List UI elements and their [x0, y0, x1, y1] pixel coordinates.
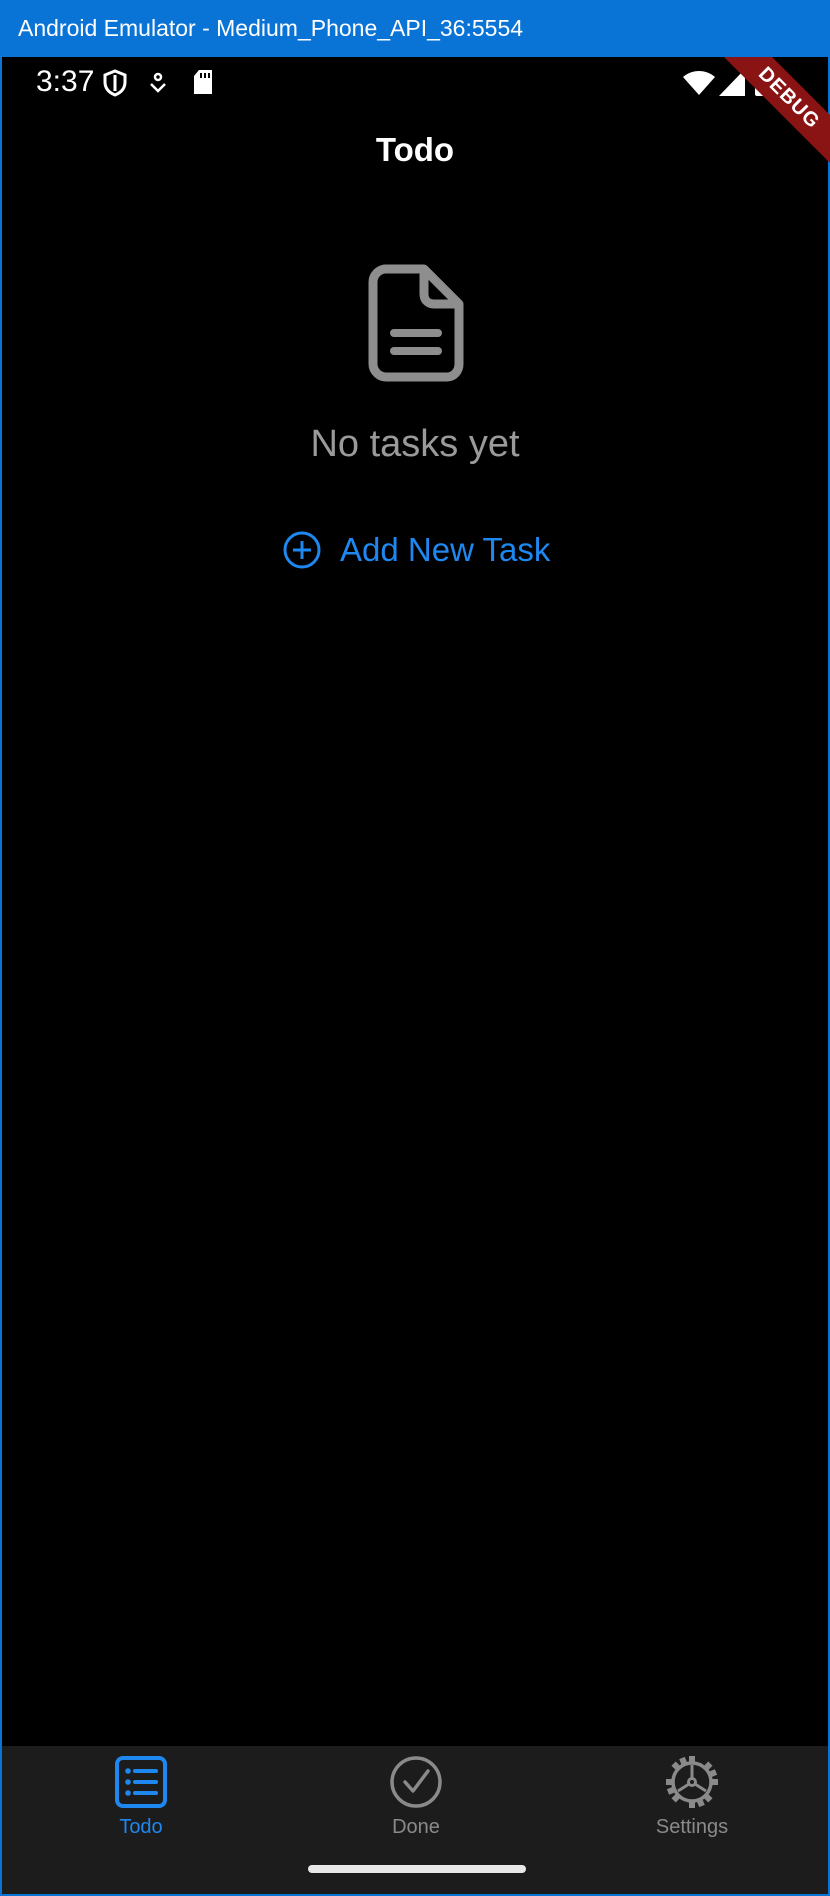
status-bar: 3:37 [2, 57, 828, 107]
gear-icon [666, 1756, 718, 1808]
nav-item-todo[interactable]: Todo [41, 1754, 241, 1840]
nav-label-done: Done [392, 1816, 440, 1838]
battery-icon [755, 67, 771, 96]
status-time: 3:37 [36, 65, 95, 98]
document-icon [368, 264, 464, 382]
page-title: Todo [375, 131, 455, 168]
notification-icon [150, 72, 166, 93]
nav-item-done[interactable]: Done [316, 1754, 516, 1840]
emulator-window: Android Emulator - Medium_Phone_API_36:5… [0, 0, 830, 1896]
check-circle-icon [390, 1756, 442, 1808]
wifi-icon [683, 71, 715, 95]
cell-signal-icon [719, 69, 745, 96]
add-circle-icon [283, 531, 321, 569]
empty-state-message: No tasks yet [310, 423, 520, 465]
sd-card-icon [194, 70, 212, 94]
nav-label-todo: Todo [119, 1816, 163, 1838]
shield-icon [103, 69, 127, 97]
add-new-task-label: Add New Task [340, 531, 551, 568]
nav-label-settings: Settings [655, 1816, 729, 1838]
list-icon [115, 1756, 167, 1808]
home-indicator[interactable] [308, 1865, 526, 1873]
nav-item-settings[interactable]: Settings [592, 1754, 792, 1840]
window-titlebar: Android Emulator - Medium_Phone_API_36:5… [2, 0, 830, 57]
add-new-task-button[interactable]: Add New Task [282, 520, 550, 580]
